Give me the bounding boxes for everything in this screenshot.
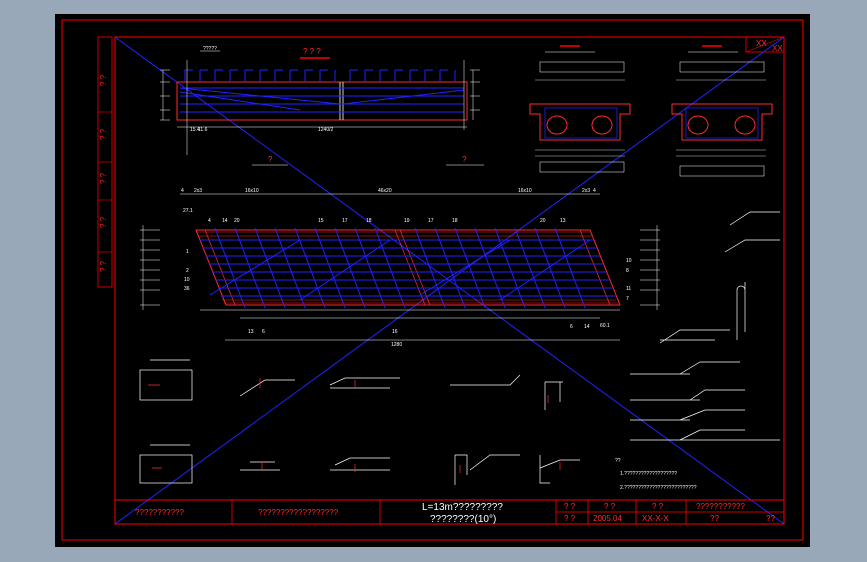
- plan-right-bottom: 60.1: [600, 323, 610, 329]
- side-label-5: ? ?: [99, 260, 108, 272]
- plan-num-top-3: 20: [234, 218, 240, 224]
- plan-num-right-2: 8: [626, 268, 629, 274]
- title-cell-4b: ? ?: [564, 514, 576, 523]
- plan-num-top-4: 15: [318, 218, 324, 224]
- plan-num-top-9: 18: [452, 218, 458, 224]
- plan-dim-1: 4: [181, 188, 184, 194]
- plan-num-bottom-4: 6: [570, 324, 573, 330]
- plan-dim-3: 16x10: [245, 188, 259, 194]
- plan-num-top-8: 17: [428, 218, 434, 224]
- title-col-1: ???????????: [135, 508, 184, 517]
- plan-num-right-1: 10: [626, 258, 632, 264]
- section-mark-left: ?: [268, 155, 273, 164]
- plan-num-right-3: 11: [626, 286, 631, 292]
- title-cell-6a: ? ?: [652, 502, 664, 511]
- notes-line-2: 2.??????????????????????????: [620, 485, 697, 491]
- section-mark-right: ?: [462, 155, 467, 164]
- side-label-2: ? ?: [99, 128, 108, 140]
- plan-dim-5: 16x10: [518, 188, 532, 194]
- plan-num-left-2: 2: [186, 268, 189, 274]
- plan-num-top-11: 13: [560, 218, 566, 224]
- plan-num-top-1: 4: [208, 218, 211, 224]
- plan-num-top-7: 19: [404, 218, 410, 224]
- plan-num-bottom-5: 14: [584, 324, 590, 330]
- title-cell-7b2: ??: [766, 514, 775, 523]
- plan-num-left-1: 1: [186, 249, 189, 255]
- plan-num-bottom-2: 6: [262, 329, 265, 335]
- notes-line-1: 1.???????????????????: [620, 471, 677, 477]
- title-cell-5a: ? ?: [604, 502, 616, 511]
- title-date: 2005.04: [593, 514, 622, 523]
- plan-num-top-10: 20: [540, 218, 546, 224]
- plan-num-top-5: 17: [342, 218, 348, 224]
- plan-num-left-3: 10: [184, 277, 190, 283]
- side-label-3: ? ?: [99, 172, 108, 184]
- plan-num-bottom-1: 13: [248, 329, 254, 335]
- title-cell-4a: ? ?: [564, 502, 576, 511]
- plan-dim-2: 2x3: [194, 188, 202, 194]
- plan-dim-7: 4: [593, 188, 596, 194]
- corner-tag-b: XX: [772, 44, 783, 53]
- plan-dim-6: 2x3: [582, 188, 590, 194]
- title-col-2: ??????????????????: [258, 508, 339, 517]
- side-label-4: ? ?: [99, 216, 108, 228]
- cad-drawing-sheet: ? ? ? ? ? ? ? ? ? ? XX XX ? ? ? ????? 15…: [55, 14, 810, 547]
- drawing-main-title: L=13m?????????: [422, 502, 503, 513]
- top-end-dim: 11.6: [198, 127, 208, 133]
- side-label-1: ? ?: [99, 74, 108, 86]
- plan-num-top-2: 14: [222, 218, 228, 224]
- plan-bottom-length: 1280: [391, 342, 402, 348]
- top-midspan-dim: 1240/2: [318, 127, 334, 133]
- notes-heading: ??: [615, 458, 621, 464]
- title-cell-7b1: ??: [710, 514, 719, 523]
- title-cell-7a: ???????????: [696, 502, 745, 511]
- plan-left-top: 27.1: [183, 208, 193, 214]
- plan-num-top-6: 18: [366, 218, 372, 224]
- top-section-title: ? ? ?: [303, 47, 321, 56]
- drawing-sub-title: ????????(10°): [430, 514, 496, 525]
- plan-num-right-4: 7: [626, 296, 629, 302]
- plan-num-left-4: 36: [184, 286, 190, 292]
- corner-tag-a: XX: [756, 39, 767, 48]
- plan-num-bottom-3: 16: [392, 329, 398, 335]
- plan-dim-4: 46x20: [378, 188, 392, 194]
- title-drawing-number: XX-X-X: [642, 514, 669, 523]
